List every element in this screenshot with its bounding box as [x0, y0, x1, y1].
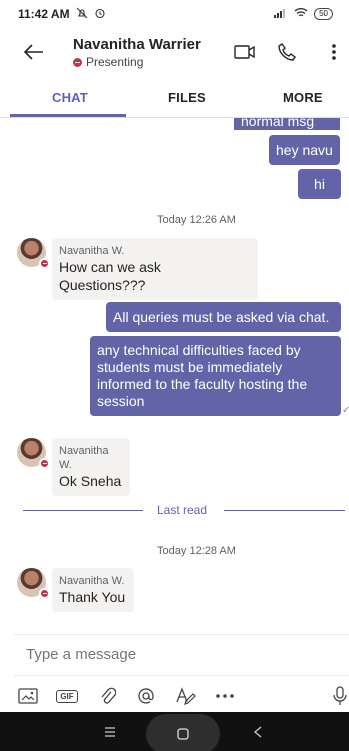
more-actions-button[interactable]: [213, 684, 237, 708]
message-bubble-clipped: normal msg: [234, 118, 340, 130]
outgoing-message[interactable]: All queries must be asked via chat.: [106, 302, 341, 332]
microphone-icon: [333, 686, 347, 705]
battery-icon: 50: [314, 8, 333, 20]
at-icon: [138, 688, 154, 704]
format-text-icon: [176, 687, 196, 705]
mention-button[interactable]: [134, 684, 158, 708]
outgoing-message[interactable]: hi: [298, 169, 341, 199]
outgoing-message[interactable]: hey navu: [269, 135, 340, 165]
more-horizontal-icon: [216, 694, 234, 698]
status-time: 11:42 AM: [18, 7, 70, 21]
sender-name: Navanitha W.: [59, 575, 125, 587]
incoming-message[interactable]: Navanitha W. Ok Sneha: [52, 438, 130, 496]
video-call-button[interactable]: [233, 40, 257, 64]
presenting-status-icon: [73, 57, 82, 67]
last-read-divider: Last read: [23, 503, 345, 517]
chat-header: Navanitha Warrier Presenting: [0, 28, 349, 80]
arrow-left-icon: [24, 44, 43, 60]
tab-more[interactable]: MORE: [283, 90, 323, 105]
tab-files[interactable]: FILES: [168, 90, 206, 105]
tab-chat[interactable]: CHAT: [52, 90, 88, 105]
back-button[interactable]: [20, 38, 48, 66]
menu-lines-icon: [105, 727, 115, 737]
gif-button[interactable]: GIF: [55, 684, 79, 708]
sender-name: Navanitha W.: [59, 245, 125, 257]
message-text: Thank You: [59, 589, 126, 605]
contact-name[interactable]: Navanitha Warrier: [73, 36, 201, 53]
system-nav-bar: [0, 712, 349, 751]
outgoing-message[interactable]: any technical difficulties faced by stud…: [90, 336, 341, 416]
last-read-label: Last read: [157, 503, 208, 517]
sender-name: Navanitha W.: [59, 445, 109, 471]
nav-back-button[interactable]: [253, 725, 263, 743]
message-text: Ok Sneha: [59, 473, 122, 489]
image-button[interactable]: [16, 684, 40, 708]
incoming-message[interactable]: Navanitha W. Thank You: [52, 568, 134, 612]
recent-apps-button[interactable]: [104, 725, 116, 743]
avatar[interactable]: [17, 238, 50, 269]
message-text: How can we ask Questions???: [59, 259, 161, 293]
divider-line: [23, 510, 143, 511]
image-icon: [18, 688, 38, 704]
home-square-icon: [177, 728, 189, 740]
presence-status: Presenting: [73, 55, 143, 69]
avatar[interactable]: [17, 568, 50, 599]
attach-button[interactable]: [96, 684, 120, 708]
presenting-status-icon: [39, 458, 50, 469]
presenting-status-icon: [39, 588, 50, 599]
timestamp: Today 12:28 AM: [157, 545, 236, 557]
notification-muted-icon: [76, 7, 88, 22]
video-camera-icon: [234, 45, 255, 59]
compose-toolbar: GIF: [0, 680, 349, 712]
presenting-status-icon: [39, 258, 50, 269]
audio-call-button[interactable]: [275, 40, 299, 64]
sent-status-icon: ✓: [342, 405, 349, 416]
compose-box[interactable]: [14, 634, 349, 676]
more-vertical-icon: [332, 44, 336, 60]
status-bar: 11:42 AM 50: [0, 0, 349, 28]
home-button[interactable]: [146, 714, 220, 751]
wifi-icon: [294, 7, 308, 21]
paperclip-icon: [101, 687, 116, 704]
incoming-message[interactable]: Navanitha W. How can we ask Questions???: [52, 238, 258, 300]
more-options-button[interactable]: [322, 40, 346, 64]
divider-line: [224, 510, 345, 511]
format-button[interactable]: [174, 684, 198, 708]
gif-icon: GIF: [56, 689, 78, 703]
message-input[interactable]: [26, 646, 326, 663]
alarm-icon: [94, 7, 106, 22]
active-tab-indicator: [10, 114, 126, 117]
timestamp: Today 12:26 AM: [157, 214, 236, 226]
presence-label: Presenting: [86, 55, 144, 69]
phone-icon: [278, 43, 296, 61]
voice-message-button[interactable]: [328, 684, 349, 708]
avatar[interactable]: [17, 438, 50, 469]
tab-bar: CHAT FILES MORE: [0, 84, 349, 118]
chevron-left-icon: [253, 726, 262, 738]
signal-icon: [274, 7, 288, 21]
